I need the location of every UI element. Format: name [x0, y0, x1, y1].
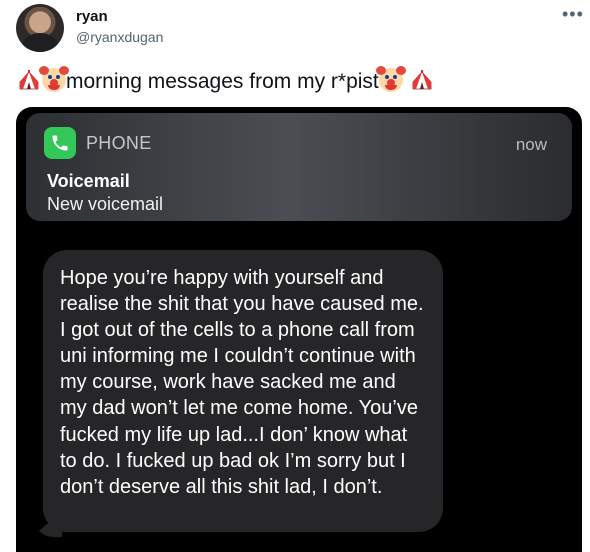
clown-face-icon [39, 66, 69, 92]
avatar[interactable] [16, 4, 64, 52]
clown-face-icon [375, 66, 406, 92]
notification-app-name: PHONE [86, 133, 152, 153]
notification-time: now [515, 135, 547, 154]
message-text: Hope you’re happy with yourself and real… [60, 267, 424, 498]
author-name[interactable]: ryan [76, 8, 108, 25]
author-handle[interactable]: @ryanxdugan [76, 29, 163, 45]
tweet-text: morning messages from my r*pist [16, 66, 435, 94]
tweet-image[interactable]: PHONE now Voicemail New voicemail Hope y… [16, 107, 582, 552]
notification-card[interactable]: PHONE now Voicemail New voicemail [26, 113, 572, 221]
circus-tent-icon [411, 69, 433, 91]
notification-title: Voicemail [47, 171, 130, 191]
notification-body: New voicemail [47, 194, 164, 214]
tweet-main-text: morning messages from my r*pist [66, 70, 379, 93]
phone-icon [44, 127, 76, 159]
circus-tent-icon [18, 69, 40, 91]
more-horizontal-icon[interactable]: ••• [562, 4, 584, 25]
